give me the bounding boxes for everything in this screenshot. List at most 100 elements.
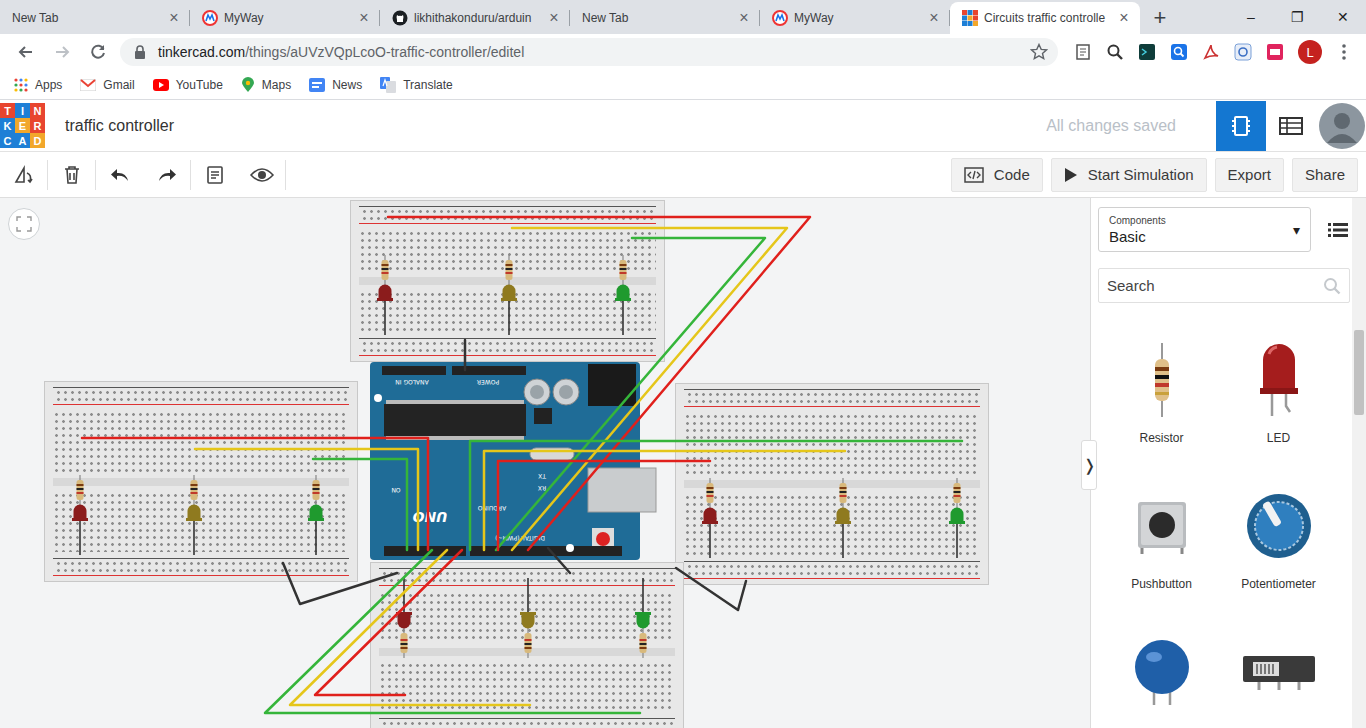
wire[interactable]	[676, 568, 746, 610]
wire[interactable]	[498, 461, 710, 550]
browser-tab[interactable]: MyWay×	[190, 2, 380, 34]
window-control-button[interactable]: –	[1228, 0, 1274, 34]
component-item[interactable]: Resistor	[1103, 330, 1220, 476]
wire[interactable]	[464, 340, 467, 370]
reload-icon[interactable]	[88, 42, 108, 62]
browser-tab[interactable]: New Tab×	[570, 2, 760, 34]
tab-close-button[interactable]: ×	[1116, 9, 1132, 27]
design-title[interactable]: traffic controller	[65, 117, 174, 135]
component-item[interactable]	[1103, 622, 1220, 728]
address-bar[interactable]: tinkercad.com/things/aUVzVQpLcoO-traffic…	[120, 38, 1058, 66]
wire[interactable]	[496, 238, 765, 550]
view-button[interactable]	[1216, 101, 1266, 151]
star-icon[interactable]	[1030, 43, 1048, 61]
breadboard[interactable]	[350, 200, 665, 362]
led[interactable]	[307, 475, 325, 555]
undo-button[interactable]	[96, 153, 143, 197]
dropdown-caret: ▾	[1293, 222, 1300, 238]
wire[interactable]	[265, 550, 640, 713]
wire[interactable]	[283, 563, 397, 604]
component-item[interactable]: Potentiometer	[1220, 476, 1337, 622]
led[interactable]	[185, 475, 203, 555]
wire[interactable]	[484, 451, 845, 550]
browser-tab[interactable]: New Tab×	[0, 2, 190, 34]
bookmark[interactable]: Maps	[241, 77, 291, 93]
window-control-button[interactable]: ✕	[1320, 0, 1366, 34]
panel-scrollbar[interactable]	[1352, 198, 1366, 728]
menu-icon[interactable]	[1336, 42, 1352, 62]
view-button[interactable]	[1266, 101, 1316, 151]
led[interactable]	[834, 478, 852, 558]
pdf-icon[interactable]	[1266, 43, 1284, 61]
wire[interactable]	[388, 217, 810, 550]
window-control-button[interactable]: ❐	[1274, 0, 1320, 34]
component-item[interactable]: Pushbutton	[1103, 476, 1220, 622]
scrollbar-thumb[interactable]	[1354, 330, 1364, 415]
led[interactable]	[395, 578, 413, 658]
tab-close-button[interactable]: ×	[546, 9, 562, 27]
tinkercad-logo[interactable]: TINKERCAD	[0, 103, 45, 148]
visibility-button[interactable]	[238, 153, 285, 197]
tab-label: MyWay	[794, 11, 920, 25]
circuit-canvas[interactable]: ANALOG INPOWERONTXRXARDUINOUNODIGITAL (P…	[0, 198, 1090, 728]
wire[interactable]	[548, 548, 570, 573]
fit-view-button[interactable]	[8, 208, 40, 240]
component-library-dropdown[interactable]: ComponentsBasic▾	[1098, 207, 1311, 252]
component-search[interactable]: Search	[1098, 268, 1350, 303]
tab-close-button[interactable]: ×	[356, 9, 372, 27]
led[interactable]	[519, 578, 537, 658]
led[interactable]	[701, 478, 719, 558]
component-item[interactable]: LED	[1220, 330, 1337, 476]
bookmark[interactable]: News	[309, 78, 362, 92]
sync-extension-icon[interactable]	[1234, 43, 1252, 61]
led[interactable]	[71, 475, 89, 555]
bookmark[interactable]: Translate	[380, 77, 453, 93]
redo-button[interactable]	[143, 153, 190, 197]
profile-avatar[interactable]: L	[1298, 40, 1322, 64]
terminal-icon[interactable]	[1138, 43, 1156, 61]
led[interactable]	[376, 255, 394, 335]
magnifier-icon[interactable]	[1106, 43, 1124, 61]
browser-tab[interactable]: MyWay ×	[760, 2, 950, 34]
wire[interactable]	[290, 550, 530, 705]
component-item[interactable]	[1220, 622, 1337, 728]
rotate-button[interactable]	[0, 153, 47, 197]
bookmark[interactable]: Gmail	[80, 78, 134, 92]
list-view-icon[interactable]	[1328, 222, 1348, 238]
breadboard[interactable]	[675, 383, 989, 585]
forward-icon[interactable]	[52, 42, 72, 62]
wire[interactable]	[315, 550, 462, 695]
bookmark[interactable]: YouTube	[153, 78, 223, 92]
wire[interactable]	[470, 441, 962, 550]
browser-tab[interactable]: likhithakonduru/arduin×	[380, 2, 570, 34]
tab-close-button[interactable]: ×	[926, 9, 942, 27]
new-tab-button[interactable]: +	[1146, 2, 1174, 34]
component-label: LED	[1267, 430, 1290, 446]
notes-button[interactable]	[191, 153, 238, 197]
led[interactable]	[634, 578, 652, 658]
action-button[interactable]: Start Simulation	[1051, 158, 1207, 192]
user-avatar[interactable]	[1318, 102, 1366, 150]
arduino-uno[interactable]: ANALOG INPOWERONTXRXARDUINOUNODIGITAL (P…	[370, 362, 660, 560]
browser-tab[interactable]: Circuits traffic controlle×	[950, 2, 1140, 34]
action-button[interactable]: Code	[951, 158, 1043, 192]
back-icon[interactable]	[16, 42, 36, 62]
search-extension-icon[interactable]	[1170, 43, 1188, 61]
led[interactable]	[948, 478, 966, 558]
bookmark[interactable]: Apps	[14, 78, 62, 92]
tab-close-button[interactable]: ×	[736, 9, 752, 27]
tab-close-button[interactable]: ×	[166, 9, 182, 27]
action-button[interactable]: Share	[1292, 158, 1358, 192]
wire[interactable]	[195, 449, 418, 550]
wire[interactable]	[82, 438, 428, 550]
wire[interactable]	[313, 459, 407, 550]
collapse-panel-button[interactable]: ❭	[1081, 440, 1097, 490]
wire[interactable]	[512, 228, 787, 550]
breadboard[interactable]	[44, 381, 358, 582]
led[interactable]	[500, 255, 518, 335]
acrobat-icon[interactable]	[1202, 43, 1220, 61]
action-button[interactable]: Export	[1215, 158, 1284, 192]
delete-button[interactable]	[48, 153, 95, 197]
document-icon[interactable]	[1074, 43, 1092, 61]
led[interactable]	[614, 255, 632, 335]
